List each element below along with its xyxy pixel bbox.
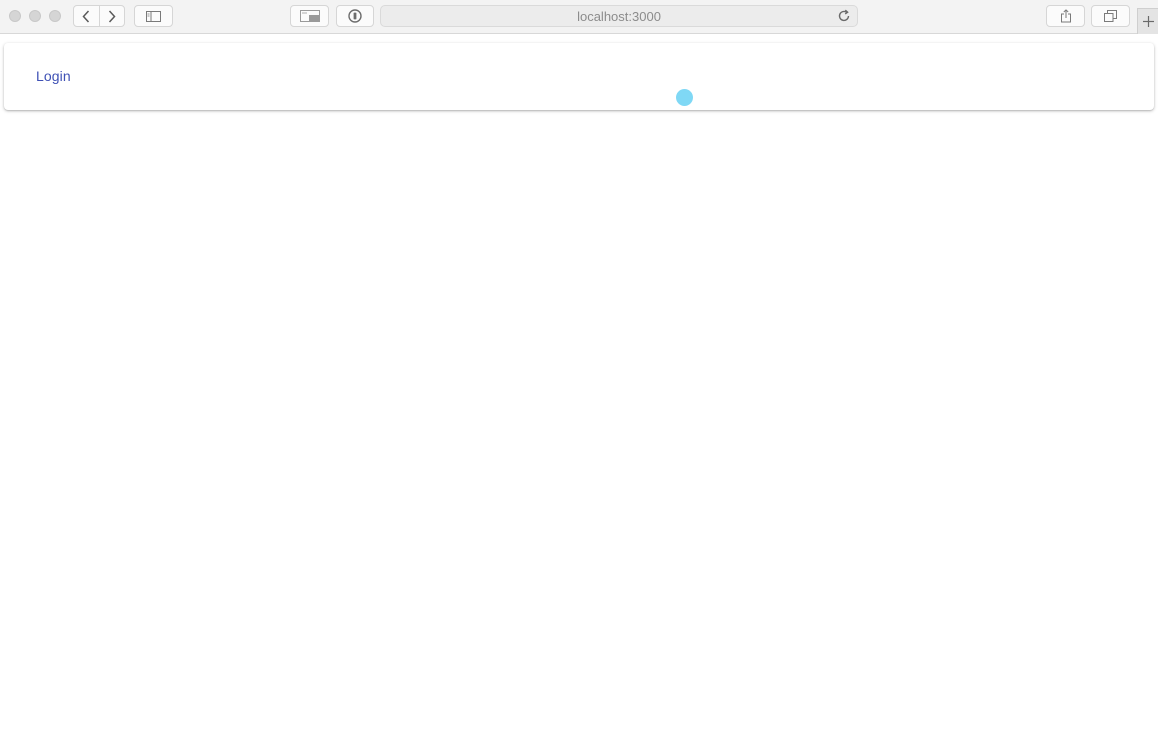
navigation-buttons bbox=[73, 5, 125, 27]
forward-button[interactable] bbox=[98, 6, 125, 26]
chevron-left-icon bbox=[82, 9, 90, 23]
share-icon bbox=[1060, 9, 1071, 23]
sidebar-button[interactable] bbox=[134, 5, 173, 27]
sidebar-icon bbox=[146, 10, 161, 22]
address-bar[interactable]: localhost:3000 bbox=[380, 5, 858, 27]
chevron-right-icon bbox=[108, 9, 116, 23]
window-zoom-button[interactable] bbox=[49, 10, 61, 22]
window-close-button[interactable] bbox=[9, 10, 21, 22]
cursor-indicator bbox=[676, 89, 693, 106]
login-link[interactable]: Login bbox=[36, 68, 71, 84]
new-tab-button[interactable] bbox=[1137, 8, 1158, 34]
plus-icon bbox=[1142, 16, 1154, 27]
reload-button[interactable] bbox=[837, 9, 851, 28]
app-bar: Login bbox=[4, 43, 1154, 110]
reload-icon bbox=[838, 9, 850, 22]
privacy-report-button[interactable] bbox=[336, 5, 374, 27]
tabs-overview-icon bbox=[1104, 10, 1117, 22]
address-text: localhost:3000 bbox=[577, 8, 661, 24]
privacy-report-icon bbox=[348, 9, 362, 23]
back-button[interactable] bbox=[74, 6, 99, 26]
tabs-overview-button[interactable] bbox=[1091, 5, 1130, 27]
window-minimize-button[interactable] bbox=[29, 10, 41, 22]
browser-toolbar: localhost:3000 bbox=[0, 0, 1158, 34]
reader-icon bbox=[299, 10, 320, 22]
reader-button[interactable] bbox=[290, 5, 329, 27]
share-button[interactable] bbox=[1046, 5, 1085, 27]
